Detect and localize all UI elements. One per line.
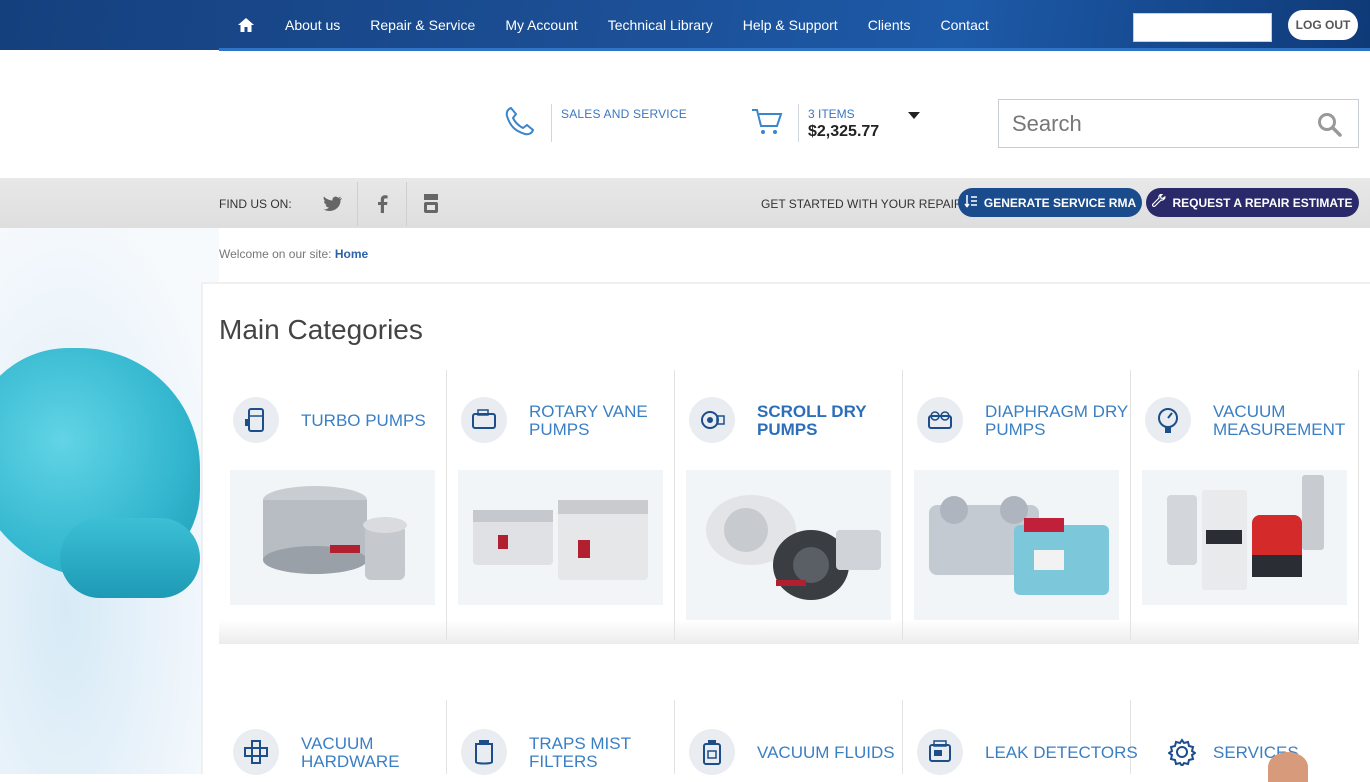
logout-button[interactable]: LOG OUT	[1288, 10, 1358, 40]
search-icon[interactable]	[1317, 112, 1343, 138]
vacuum-gauge-icon[interactable]	[1145, 397, 1191, 443]
background-image	[0, 228, 219, 774]
nav-about-us[interactable]: About us	[285, 17, 340, 33]
header-divider	[551, 104, 552, 142]
category-divider	[446, 700, 447, 774]
category-divider	[1358, 370, 1359, 640]
generate-service-rma-button[interactable]: GENERATE SERVICE RMA	[958, 188, 1142, 217]
rotary-vane-pumps-image[interactable]	[458, 470, 663, 605]
youtube-icon[interactable]	[406, 188, 456, 220]
request-repair-estimate-button[interactable]: REQUEST A REPAIR ESTIMATE	[1146, 188, 1359, 217]
wrench-icon	[1152, 193, 1167, 211]
cart-dropdown-icon[interactable]	[908, 112, 920, 119]
rotary-vane-pump-icon[interactable]	[461, 397, 507, 443]
leak-detector-icon[interactable]	[917, 729, 963, 775]
scroll-dry-pumps-image[interactable]	[686, 470, 891, 620]
turbo-pumps-image[interactable]	[230, 470, 435, 605]
category-divider	[902, 700, 903, 774]
nav-contact[interactable]: Contact	[941, 17, 989, 33]
sales-and-service-label[interactable]: SALES AND SERVICE	[561, 107, 687, 121]
breadcrumb: Welcome on our site: Home	[219, 247, 368, 261]
category-row-shadow	[219, 620, 1359, 644]
category-turbo-pumps[interactable]: TURBO PUMPS	[301, 412, 426, 430]
rma-list-icon	[964, 194, 978, 211]
cart-divider	[798, 104, 799, 142]
diaphragm-dry-pumps-image[interactable]	[914, 470, 1119, 620]
top-input-field[interactable]	[1133, 13, 1272, 42]
category-divider	[446, 370, 447, 640]
scroll-pump-icon[interactable]	[689, 397, 735, 443]
category-vacuum-hardware[interactable]: VACUUM HARDWARE	[301, 735, 400, 771]
glove-image-part	[60, 518, 200, 598]
phone-icon	[503, 104, 537, 138]
breadcrumb-prefix: Welcome on our site:	[219, 247, 332, 261]
top-nav: About us Repair & Service My Account Tec…	[237, 0, 1019, 50]
gear-icon[interactable]	[1159, 729, 1205, 775]
get-started-label: GET STARTED WITH YOUR REPAIR:	[761, 197, 966, 211]
breadcrumb-home-link[interactable]: Home	[335, 247, 368, 261]
category-leak-detectors[interactable]: LEAK DETECTORS	[985, 744, 1138, 762]
category-divider	[674, 700, 675, 774]
trap-filter-icon[interactable]	[461, 729, 507, 775]
find-us-label: FIND US ON:	[219, 197, 292, 211]
vacuum-fluid-icon[interactable]	[689, 729, 735, 775]
nav-technical-library[interactable]: Technical Library	[608, 17, 713, 33]
category-vacuum-fluids[interactable]: VACUUM FLUIDS	[757, 744, 895, 762]
search-input[interactable]	[1000, 101, 1300, 146]
page-title: Main Categories	[219, 314, 423, 345]
category-traps-mist-filters[interactable]: TRAPS MIST FILTERS	[529, 735, 631, 771]
category-rotary-vane-pumps[interactable]: ROTARY VANE PUMPS	[529, 403, 648, 439]
services-photo	[1268, 752, 1308, 782]
cart-icon[interactable]	[750, 104, 784, 138]
nav-repair-service[interactable]: Repair & Service	[370, 17, 475, 33]
cart-total[interactable]: $2,325.77	[808, 123, 879, 141]
nav-help-support[interactable]: Help & Support	[743, 17, 838, 33]
category-divider	[1130, 370, 1131, 640]
category-divider	[674, 370, 675, 640]
turbo-pump-icon[interactable]	[233, 397, 279, 443]
home-icon[interactable]	[237, 16, 255, 34]
search-box	[998, 99, 1359, 148]
rma-button-label: GENERATE SERVICE RMA	[983, 195, 1137, 210]
nav-my-account[interactable]: My Account	[505, 17, 577, 33]
category-scroll-dry-pumps[interactable]: SCROLL DRY PUMPS	[757, 403, 867, 439]
facebook-icon[interactable]	[357, 188, 407, 220]
cart-item-count[interactable]: 3 ITEMS	[808, 107, 855, 121]
estimate-button-label: REQUEST A REPAIR ESTIMATE	[1172, 195, 1353, 210]
vacuum-measurement-image[interactable]	[1142, 470, 1347, 605]
category-diaphragm-dry-pumps[interactable]: DIAPHRAGM DRY PUMPS	[985, 403, 1128, 439]
diaphragm-pump-icon[interactable]	[917, 397, 963, 443]
category-divider	[1130, 700, 1131, 774]
category-divider	[902, 370, 903, 640]
category-vacuum-measurement[interactable]: VACUUM MEASUREMENT	[1213, 403, 1345, 439]
nav-clients[interactable]: Clients	[868, 17, 911, 33]
vacuum-hardware-icon[interactable]	[233, 729, 279, 775]
twitter-icon[interactable]	[308, 188, 358, 220]
